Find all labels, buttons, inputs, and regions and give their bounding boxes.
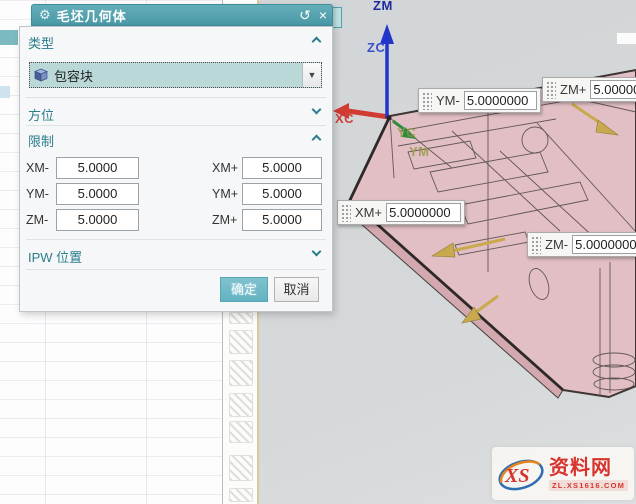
dialog-titlebar[interactable]: ⚙ 毛坯几何体 ↺ × [31,4,333,26]
limit-label-xm-minus: XM- [26,161,49,175]
faded-tool-icon-6[interactable] [229,455,253,481]
divider [26,97,326,98]
chevron-up-icon[interactable] [313,35,321,43]
callout-value-input[interactable]: 5.0000000 [464,91,537,110]
axis-label-xc: XC [335,111,354,126]
reset-icon[interactable]: ↺ [296,7,314,24]
ui-fragment [617,33,636,44]
divider [26,269,326,270]
limit-input-xm-minus[interactable]: 5.0000 [56,157,139,179]
dropdown-arrow-icon[interactable]: ▼ [302,63,321,87]
drag-handle-icon[interactable] [530,235,541,254]
callout-value-input[interactable]: 5.0000000 [572,235,636,254]
screenshot-root: ZM ZC XC YC YM YM- 5.0000000 ZM+ 5.00000… [0,0,636,504]
limit-input-zm-plus[interactable]: 5.0000 [242,209,322,231]
background-cell-teal [0,30,18,45]
faded-tool-icon-3[interactable] [229,360,253,386]
faded-tool-icon-2[interactable] [229,330,253,354]
close-icon[interactable]: × [314,7,332,23]
gear-icon: ⚙ [39,7,51,23]
faded-tool-icon-4[interactable] [229,393,253,417]
axis-label-zm: ZM [373,0,393,13]
limit-label-zm-plus: ZM+ [212,213,237,227]
axis-label-ym: YM [409,144,430,159]
callout-label: ZM- [545,237,568,252]
limit-input-ym-minus[interactable]: 5.0000 [56,183,139,205]
callout-zm-minus[interactable]: ZM- 5.0000000 [527,232,636,257]
type-dropdown-value: 包容块 [54,66,302,85]
limit-label-ym-minus: YM- [26,187,49,201]
axis-label-yc: YC [397,125,416,140]
chevron-up-icon[interactable] [313,133,321,141]
callout-zm-plus[interactable]: ZM+ 5.0000000 [542,77,636,102]
ok-button[interactable]: 确定 [220,277,268,302]
limit-input-xm-plus[interactable]: 5.0000 [242,157,322,179]
faded-tool-icon-7[interactable] [229,488,253,502]
faded-tool-icon-1[interactable] [229,312,253,324]
watermark-logo-text: XS [504,465,529,487]
blank-geometry-dialog: ⚙ 毛坯几何体 ↺ × 类型 包容块 ▼ 方位 限制 [19,4,333,312]
callout-value-input[interactable]: 5.0000000 [590,80,636,99]
callout-xm-plus[interactable]: XM+ 5.0000000 [337,200,465,225]
drag-handle-icon[interactable] [421,91,432,110]
limit-label-xm-plus: XM+ [212,161,238,175]
divider [26,125,326,126]
dialog-body: 类型 包容块 ▼ 方位 限制 XM- 5.0000 XM+ 5.0000 [19,26,333,312]
callout-value-input[interactable]: 5.0000000 [386,203,461,222]
cube-icon [34,68,49,82]
type-dropdown[interactable]: 包容块 ▼ [29,62,322,88]
dialog-title: 毛坯几何体 [57,6,296,25]
limit-input-zm-minus[interactable]: 5.0000 [56,209,139,231]
drag-handle-icon[interactable] [545,80,556,99]
limit-label-ym-plus: YM+ [212,187,238,201]
divider [26,239,326,240]
chevron-down-icon[interactable] [313,249,321,257]
chevron-down-icon[interactable] [313,107,321,115]
limit-label-zm-minus: ZM- [26,213,48,227]
callout-label: ZM+ [560,82,586,97]
cancel-button[interactable]: 取消 [274,277,319,302]
limit-input-ym-plus[interactable]: 5.0000 [242,183,322,205]
callout-ym-minus[interactable]: YM- 5.0000000 [418,88,541,113]
watermark: XS 资料网 ZL.XS1616.COM [492,447,634,500]
xs-logo-icon: XS [495,451,547,497]
section-limits-label[interactable]: 限制 [28,131,54,150]
section-ipw-label[interactable]: IPW 位置 [28,247,82,266]
drag-handle-icon[interactable] [340,203,351,222]
background-cell-blue [0,86,10,98]
faded-tool-icon-5[interactable] [229,421,253,443]
section-type-label[interactable]: 类型 [28,33,54,52]
axis-label-zc: ZC [367,40,385,55]
watermark-site-url: ZL.XS1616.COM [549,480,628,491]
callout-label: YM- [436,93,460,108]
callout-label: XM+ [355,205,382,220]
watermark-site-name: 资料网 [549,457,628,479]
section-orientation-label[interactable]: 方位 [28,105,54,124]
